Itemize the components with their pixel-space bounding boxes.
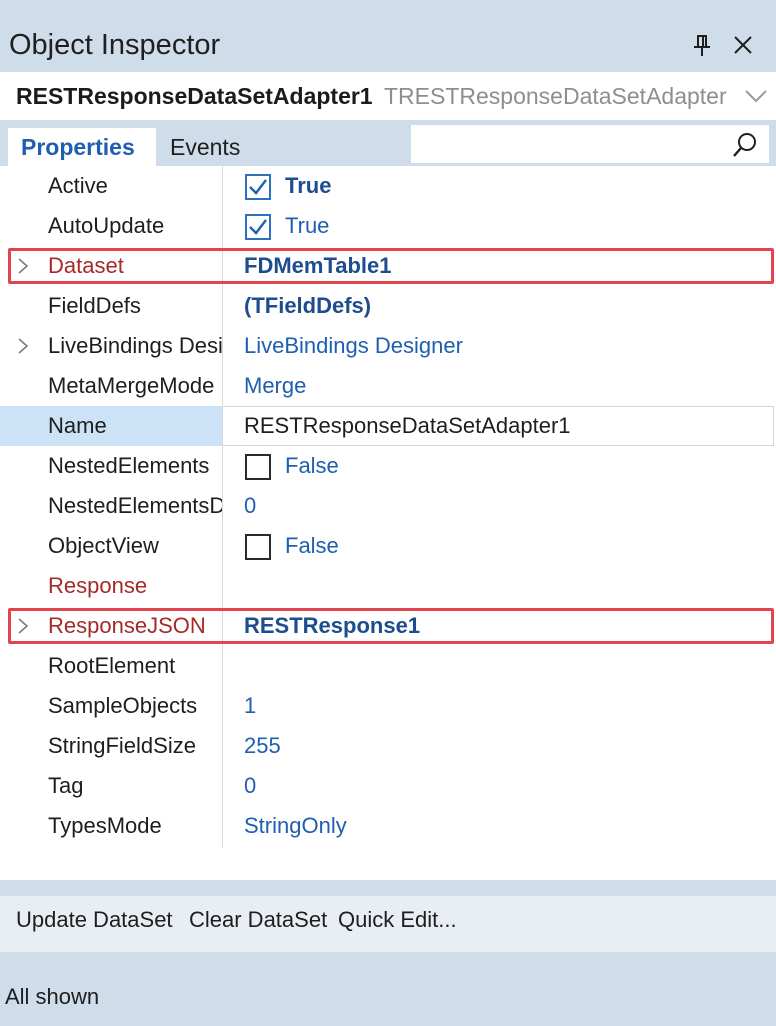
property-name-cell[interactable]: LiveBindings Designer: [0, 326, 222, 366]
property-name-cell[interactable]: Tag: [0, 766, 222, 806]
property-name-cell[interactable]: AutoUpdate: [0, 206, 222, 246]
property-checkbox[interactable]: [245, 174, 271, 200]
property-name: AutoUpdate: [48, 213, 165, 238]
property-name-cell[interactable]: Active: [0, 166, 222, 206]
property-row[interactable]: ObjectView False: [0, 526, 776, 566]
property-value[interactable]: False: [285, 526, 339, 566]
property-name: Name: [48, 413, 107, 438]
property-value[interactable]: True: [285, 166, 331, 206]
property-name-cell[interactable]: SampleObjects: [0, 686, 222, 726]
property-value[interactable]: 255: [244, 726, 281, 766]
property-row[interactable]: Tag 0: [0, 766, 776, 806]
property-row[interactable]: Name RESTResponseDataSetAdapter1: [0, 406, 776, 446]
quick-edit-link[interactable]: Quick Edit...: [338, 904, 457, 936]
property-value[interactable]: (TFieldDefs): [244, 286, 371, 326]
highlight-box: [8, 608, 774, 644]
property-row[interactable]: AutoUpdate True: [0, 206, 776, 246]
property-name: ObjectView: [48, 533, 159, 558]
property-name: Active: [48, 173, 108, 198]
property-name-cell[interactable]: MetaMergeMode: [0, 366, 222, 406]
property-name: SampleObjects: [48, 693, 198, 718]
component-type: TRESTResponseDataSetAdapter: [384, 83, 727, 109]
search-input[interactable]: [411, 125, 769, 163]
property-name: StringFieldSize: [48, 733, 196, 758]
highlight-box: [8, 248, 774, 284]
property-name: Tag: [48, 773, 84, 798]
tab-events[interactable]: Events: [170, 128, 260, 166]
property-row[interactable]: NestedElements False: [0, 446, 776, 486]
property-value[interactable]: RESTResponseDataSetAdapter1: [244, 406, 571, 446]
grid-empty-area: [0, 848, 776, 880]
property-name-cell[interactable]: TypesMode: [0, 806, 222, 846]
property-value[interactable]: True: [285, 206, 329, 246]
property-name-cell[interactable]: StringFieldSize: [0, 726, 222, 766]
close-icon[interactable]: [733, 35, 753, 55]
property-checkbox[interactable]: [245, 454, 271, 480]
property-row[interactable]: SampleObjects 1: [0, 686, 776, 726]
property-name-cell[interactable]: FieldDefs: [0, 286, 222, 326]
property-row[interactable]: Response: [0, 566, 776, 606]
checkmark-icon: [249, 179, 267, 195]
property-value[interactable]: Merge: [244, 366, 306, 406]
property-checkbox[interactable]: [245, 534, 271, 560]
property-name-cell[interactable]: NestedElementsDepth: [0, 486, 222, 526]
property-row[interactable]: NestedElementsDepth 0: [0, 486, 776, 526]
property-value[interactable]: LiveBindings Designer: [244, 326, 463, 366]
property-value[interactable]: 1: [244, 686, 256, 726]
clear-dataset-link[interactable]: Clear DataSet: [189, 904, 327, 936]
property-row[interactable]: MetaMergeMode Merge: [0, 366, 776, 406]
status-text: All shown: [5, 984, 100, 1009]
property-name-cell[interactable]: RootElement: [0, 646, 222, 686]
title-bar: Object Inspector: [0, 0, 776, 72]
property-name: RootElement: [48, 653, 176, 678]
property-name-cell[interactable]: Response: [0, 566, 222, 606]
property-name-cell[interactable]: NestedElements: [0, 446, 222, 486]
chevron-down-icon[interactable]: [744, 88, 768, 104]
property-name: TypesMode: [48, 813, 162, 838]
property-row[interactable]: Active True: [0, 166, 776, 206]
property-value[interactable]: 0: [244, 486, 256, 526]
component-name: RESTResponseDataSetAdapter1: [16, 83, 373, 109]
property-checkbox[interactable]: [245, 214, 271, 240]
component-selector[interactable]: RESTResponseDataSetAdapter1 TRESTRespons…: [0, 72, 776, 120]
property-row[interactable]: TypesMode StringOnly: [0, 806, 776, 846]
panel-splitter[interactable]: [0, 880, 776, 896]
property-row[interactable]: RootElement: [0, 646, 776, 686]
property-name: LiveBindings Designer: [48, 333, 222, 358]
property-row[interactable]: StringFieldSize 255: [0, 726, 776, 766]
property-name-cell[interactable]: Name: [0, 406, 222, 446]
property-name: NestedElementsDepth: [48, 493, 222, 518]
property-name: MetaMergeMode: [48, 373, 215, 398]
status-bar: [0, 952, 776, 1026]
property-value[interactable]: False: [285, 446, 339, 486]
search-icon[interactable]: [731, 131, 759, 159]
checkmark-icon: [249, 219, 267, 235]
property-name-cell[interactable]: ObjectView: [0, 526, 222, 566]
property-value[interactable]: StringOnly: [244, 806, 347, 846]
pin-icon[interactable]: [692, 34, 712, 58]
property-row[interactable]: FieldDefs (TFieldDefs): [0, 286, 776, 326]
property-name: NestedElements: [48, 453, 210, 478]
update-dataset-link[interactable]: Update DataSet: [16, 904, 173, 936]
tab-properties[interactable]: Properties: [8, 128, 156, 166]
chevron-right-icon[interactable]: [16, 337, 30, 355]
window-title: Object Inspector: [9, 29, 221, 61]
property-row[interactable]: LiveBindings Designer LiveBindings Design…: [0, 326, 776, 366]
property-name: Response: [48, 573, 148, 598]
property-name: FieldDefs: [48, 293, 141, 318]
property-value[interactable]: 0: [244, 766, 256, 806]
